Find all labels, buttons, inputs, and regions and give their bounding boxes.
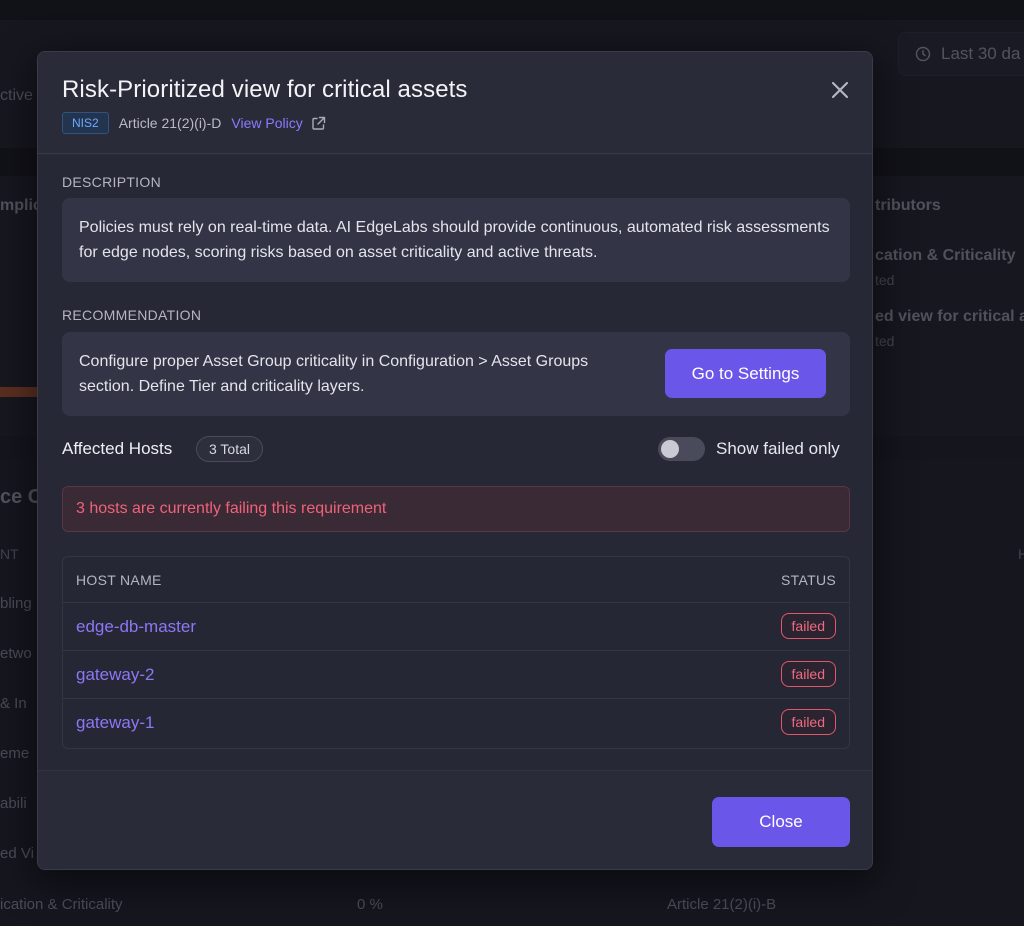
show-failed-toggle[interactable] (658, 437, 705, 461)
article-label: Article 21(2)(i)-D (118, 115, 222, 131)
affected-hosts-title: Affected Hosts (62, 439, 173, 458)
modal-title: Risk-Prioritized view for critical asset… (62, 76, 468, 103)
description-box: Policies must rely on real-time data. AI… (62, 198, 850, 282)
close-button[interactable]: Close (712, 797, 850, 847)
table-header: HOST NAME STATUS (63, 557, 849, 603)
total-count-badge: 3 Total (196, 436, 263, 462)
recommendation-text: Configure proper Asset Group criticality… (79, 353, 589, 395)
alert-text: 3 hosts are currently failing this requi… (76, 500, 387, 517)
modal-header: Risk-Prioritized view for critical asset… (38, 52, 872, 154)
column-host-name: HOST NAME (76, 572, 162, 588)
hosts-table: HOST NAME STATUS edge-db-master failed g… (62, 556, 850, 749)
description-label: DESCRIPTION (62, 174, 161, 190)
toggle-knob (661, 440, 679, 458)
modal-footer: Close (38, 770, 872, 869)
status-badge: failed (780, 661, 836, 687)
requirement-modal: Risk-Prioritized view for critical asset… (37, 51, 873, 870)
close-icon[interactable] (827, 77, 853, 103)
host-link[interactable]: edge-db-master (76, 617, 196, 637)
go-to-settings-button[interactable]: Go to Settings (665, 349, 826, 398)
affected-hosts-header: Affected Hosts 3 Total Show failed only (62, 433, 850, 467)
failing-alert: 3 hosts are currently failing this requi… (62, 486, 850, 532)
recommendation-box: Configure proper Asset Group criticality… (62, 332, 850, 416)
host-link[interactable]: gateway-2 (76, 665, 154, 685)
external-link-icon (312, 116, 325, 130)
view-policy-label: View Policy (231, 115, 303, 131)
table-row: gateway-1 failed (63, 699, 849, 747)
table-row: gateway-2 failed (63, 651, 849, 699)
show-failed-label: Show failed only (716, 439, 840, 458)
host-link[interactable]: gateway-1 (76, 713, 154, 733)
recommendation-label: RECOMMENDATION (62, 307, 202, 323)
column-status: STATUS (781, 572, 836, 588)
description-text: Policies must rely on real-time data. AI… (79, 219, 830, 261)
policy-meta: NIS2 Article 21(2)(i)-D View Policy (62, 112, 326, 134)
modal-body: DESCRIPTION Policies must rely on real-t… (38, 155, 872, 770)
status-badge: failed (780, 709, 836, 735)
table-row: edge-db-master failed (63, 603, 849, 651)
view-policy-link[interactable]: View Policy (231, 115, 325, 131)
framework-badge: NIS2 (62, 112, 109, 134)
status-badge: failed (780, 613, 836, 639)
